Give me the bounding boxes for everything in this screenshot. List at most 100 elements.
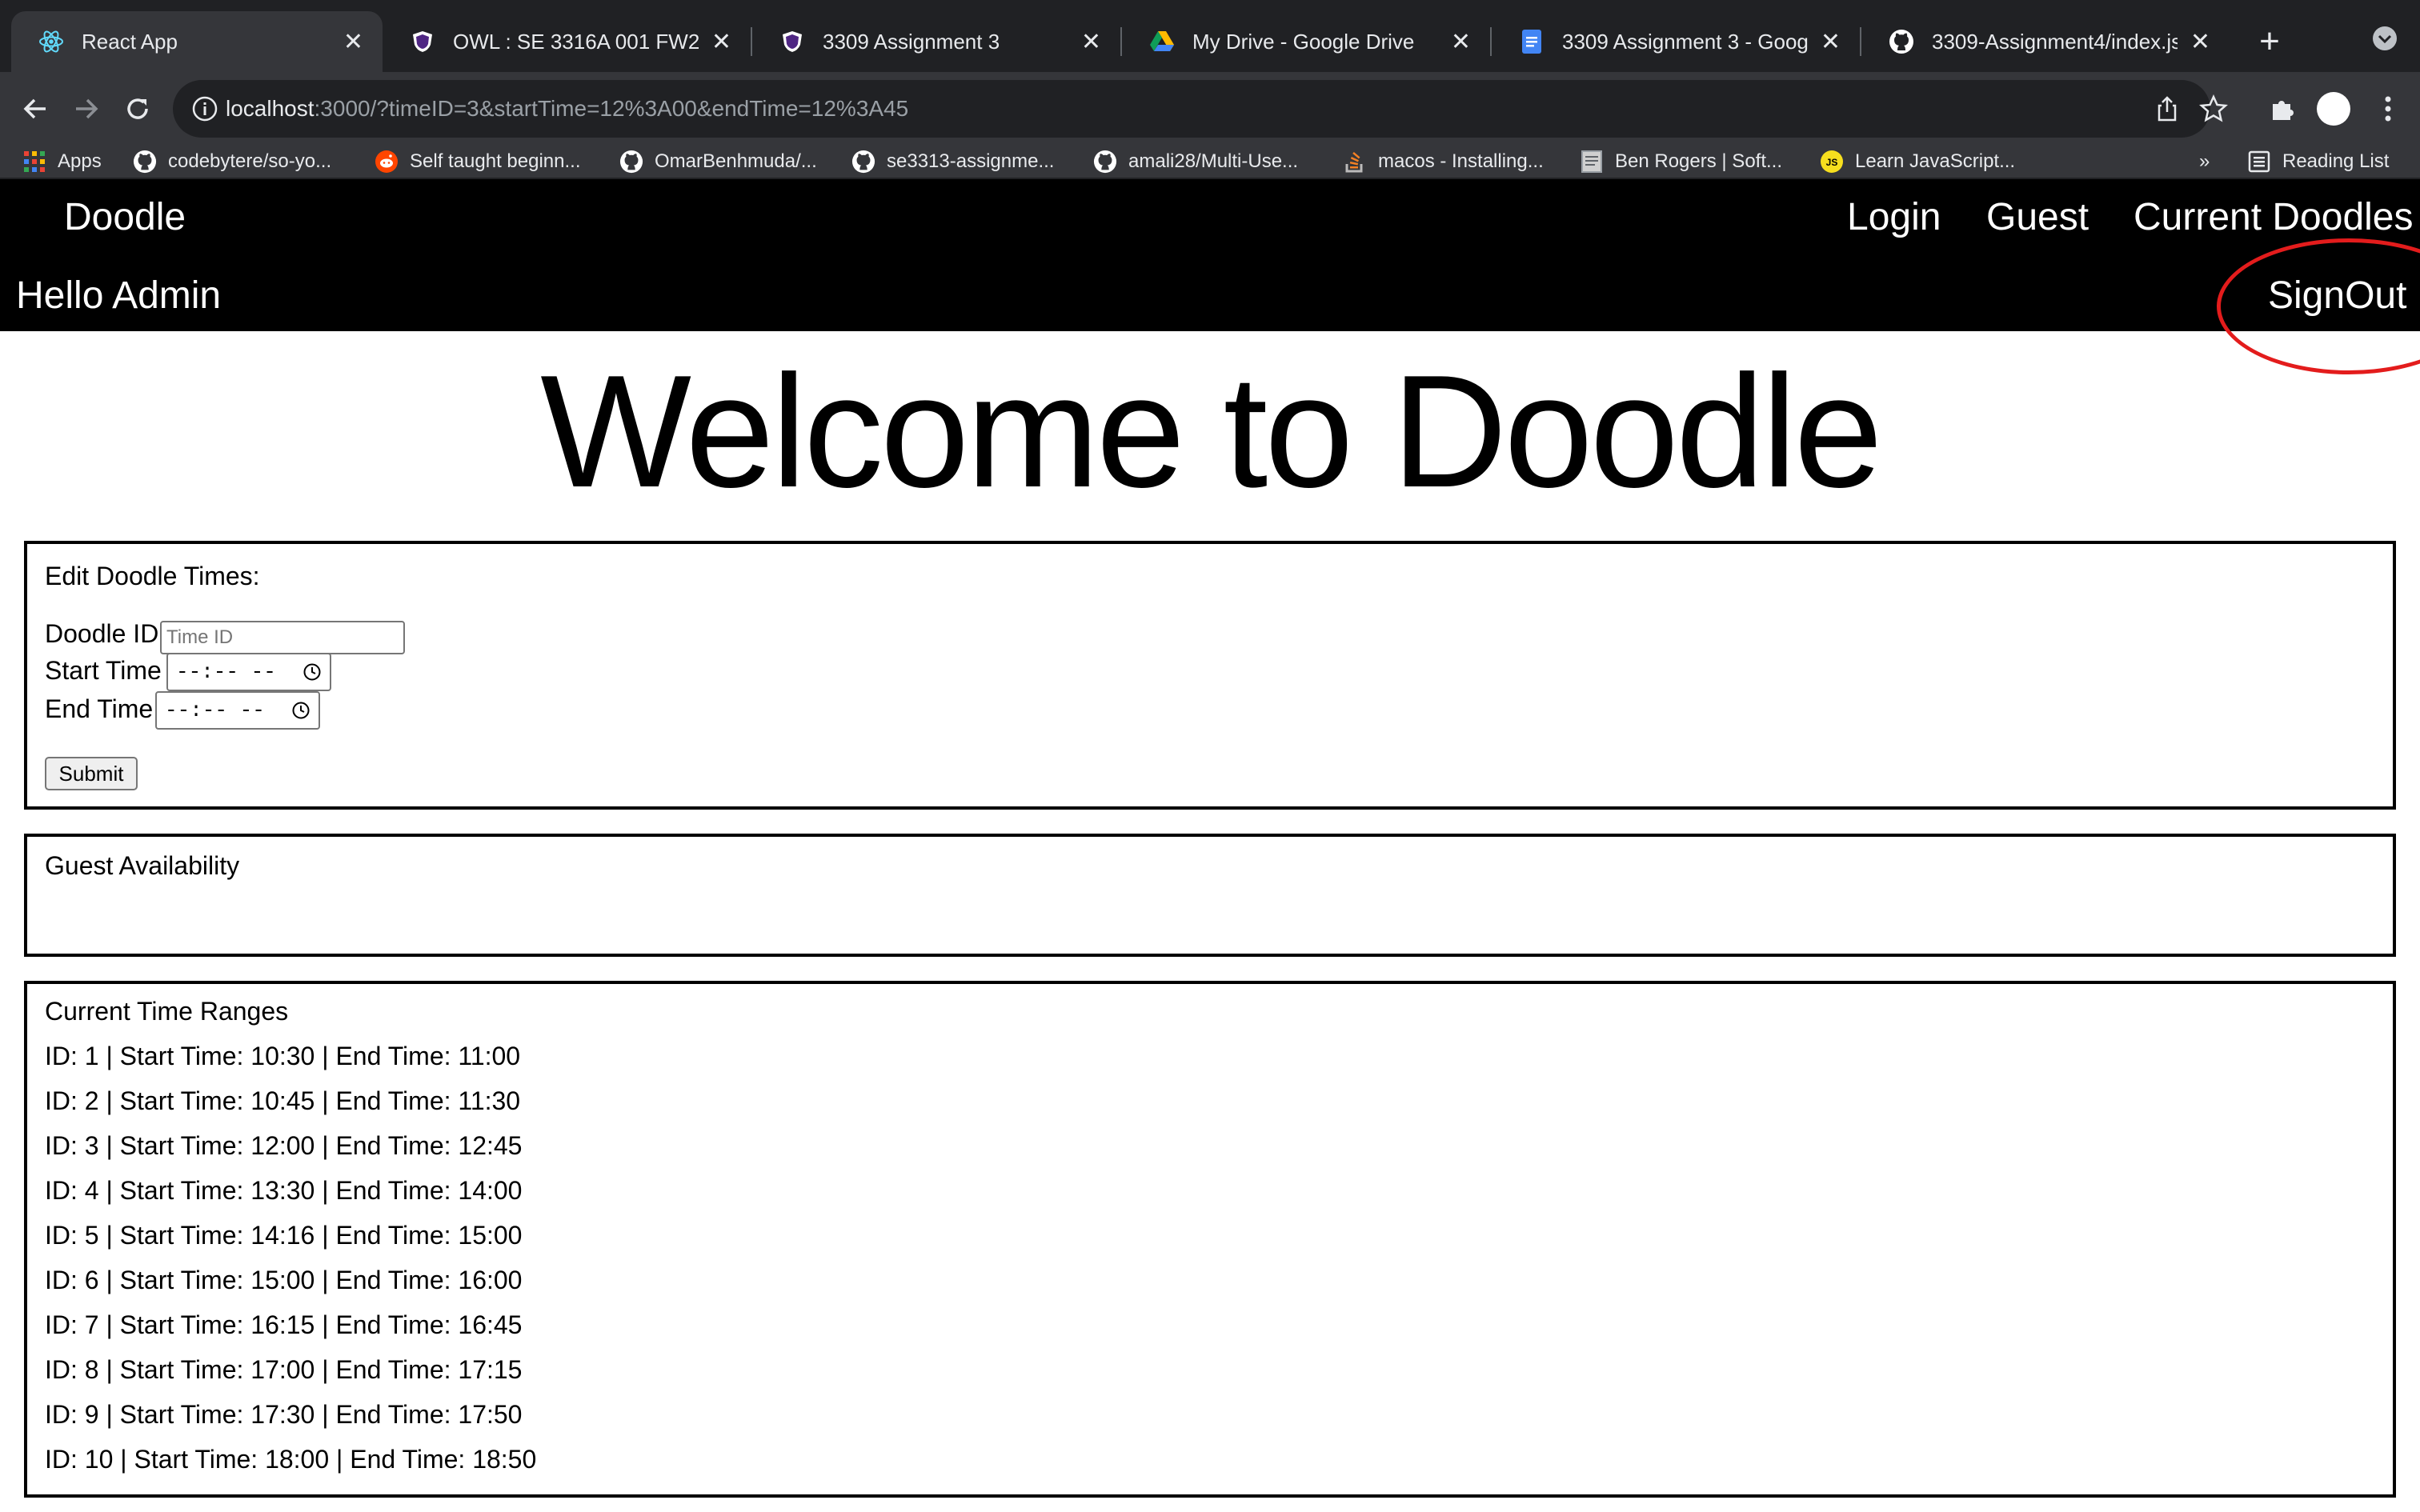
time-range-item: ID: 5 | Start Time: 14:16 | End Time: 15… (45, 1221, 523, 1250)
nav-link-current-doodles[interactable]: Current Doodles (2134, 195, 2414, 239)
tab-search-icon[interactable] (2367, 21, 2402, 56)
bookmark-ben-rogers[interactable]: Ben Rogers | Soft... (1580, 146, 1782, 178)
new-tab-button[interactable]: + (2246, 18, 2294, 66)
time-range-item: ID: 10 | Start Time: 18:00 | End Time: 1… (45, 1445, 537, 1474)
panel-title: Guest Availability (45, 851, 240, 880)
clock-icon[interactable] (291, 701, 311, 720)
time-placeholder: --:-- -- (165, 698, 265, 722)
bookmark-se3313[interactable]: se3313-assignme... (851, 146, 1054, 178)
tab-close-icon[interactable]: ✕ (2190, 28, 2210, 56)
bookmark-macos[interactable]: macos - Installing... (1343, 146, 1544, 178)
site-info-icon[interactable] (190, 94, 219, 123)
github-icon (1889, 29, 1914, 54)
bookmark-label: OmarBenhmuda/... (655, 150, 817, 172)
svg-text:JS: JS (1826, 157, 1838, 168)
bookmark-label: Learn JavaScript... (1855, 150, 2016, 172)
browser-menu-icon[interactable] (2367, 88, 2409, 130)
forward-arrow-icon[interactable] (66, 88, 107, 130)
time-placeholder: --:-- -- (176, 660, 276, 684)
tab-react-app[interactable]: React App ✕ (11, 11, 383, 72)
bookmark-label: Self taught beginn... (410, 150, 581, 172)
bookmark-apps[interactable]: Apps (22, 146, 102, 178)
address-bar[interactable]: localhost:3000/?timeID=3&startTime=12%3A… (173, 80, 2229, 138)
google-drive-icon (1149, 29, 1175, 54)
tab-close-icon[interactable]: ✕ (343, 28, 363, 56)
time-range-item: ID: 9 | Start Time: 17:30 | End Time: 17… (45, 1400, 523, 1429)
stackoverflow-icon (1343, 150, 1367, 174)
github-icon (851, 150, 875, 174)
guest-availability-panel: Guest Availability (24, 834, 2396, 957)
time-range-item: ID: 1 | Start Time: 10:30 | End Time: 11… (45, 1042, 521, 1070)
bookmark-self-taught[interactable]: Self taught beginn... (375, 146, 581, 178)
tab-close-icon[interactable]: ✕ (1451, 28, 1471, 56)
page-icon (1580, 150, 1604, 174)
apps-grid-icon (22, 150, 46, 174)
bookmark-label: se3313-assignme... (887, 150, 1055, 172)
reddit-icon (375, 150, 399, 174)
tab-github-index[interactable]: 3309-Assignment4/index.js a ✕ (1861, 11, 2230, 72)
greeting-text: Hello Admin (16, 274, 222, 317)
bookmark-omarbenhmuda[interactable]: OmarBenhmuda/... (619, 146, 817, 178)
github-icon (133, 150, 157, 174)
app-navbar: Doodle Hello Admin Login Guest Current D… (0, 179, 2420, 331)
nav-link-login[interactable]: Login (1847, 195, 1941, 239)
time-range-item: ID: 6 | Start Time: 15:00 | End Time: 16… (45, 1266, 523, 1294)
edit-doodle-times-panel: Edit Doodle Times: Doodle ID Start Time … (24, 541, 2396, 810)
owl-shield-icon (779, 29, 805, 54)
share-icon[interactable] (2153, 94, 2182, 123)
url-host: localhost (226, 96, 315, 121)
tab-title: My Drive - Google Drive (1192, 29, 1415, 54)
current-time-ranges-panel: Current Time Ranges ID: 1 | Start Time: … (24, 981, 2396, 1498)
time-range-item: ID: 3 | Start Time: 12:00 | End Time: 12… (45, 1131, 523, 1160)
end-time-label: End Time (45, 694, 154, 723)
bookmark-label: macos - Installing... (1378, 150, 1544, 172)
reading-list-label: Reading List (2282, 150, 2390, 172)
bookmark-label: Ben Rogers | Soft... (1615, 150, 1783, 172)
tab-google-drive[interactable]: My Drive - Google Drive ✕ (1122, 11, 1490, 72)
tab-title: 3309-Assignment4/index.js a (1932, 29, 2178, 54)
brand-link[interactable]: Doodle (64, 195, 186, 239)
bookmark-amali28[interactable]: amali28/Multi-Use... (1093, 146, 1298, 178)
reading-list-button[interactable]: Reading List (2247, 146, 2389, 178)
time-range-item: ID: 4 | Start Time: 13:30 | End Time: 14… (45, 1176, 523, 1205)
tab-close-icon[interactable]: ✕ (1081, 28, 1101, 56)
panel-title: Edit Doodle Times: (45, 562, 260, 590)
browser-toolbar: localhost:3000/?timeID=3&startTime=12%3A… (0, 72, 2420, 146)
reload-icon[interactable] (117, 88, 158, 130)
bookmarks-overflow-button[interactable]: » (2199, 146, 2210, 178)
page-title: Welcome to Doodle (540, 342, 1883, 521)
end-time-input[interactable]: --:-- -- (155, 691, 320, 730)
profile-avatar[interactable] (2313, 88, 2354, 130)
clock-icon[interactable] (302, 662, 322, 682)
bookmark-codebytere[interactable]: codebytere/so-yo... (133, 146, 331, 178)
bookmark-star-icon[interactable] (2198, 94, 2229, 123)
extensions-puzzle-icon[interactable] (2262, 88, 2303, 130)
submit-button[interactable]: Submit (45, 757, 138, 790)
tab-assignment-3[interactable]: 3309 Assignment 3 ✕ (752, 11, 1120, 72)
tab-google-docs[interactable]: 3309 Assignment 3 - Google ✕ (1492, 11, 1860, 72)
bookmark-label: Apps (58, 150, 102, 172)
doodle-id-input[interactable] (160, 621, 405, 654)
github-icon (1093, 150, 1117, 174)
time-range-item: ID: 8 | Start Time: 17:00 | End Time: 17… (45, 1355, 523, 1384)
tab-title: 3309 Assignment 3 - Google (1562, 29, 1808, 54)
tab-close-icon[interactable]: ✕ (711, 28, 731, 56)
start-time-label: Start Time (45, 656, 162, 685)
start-time-input[interactable]: --:-- -- (166, 653, 331, 691)
time-range-item: ID: 7 | Start Time: 16:15 | End Time: 16… (45, 1310, 523, 1339)
nav-link-guest[interactable]: Guest (1986, 195, 2089, 239)
tab-close-icon[interactable]: ✕ (1821, 28, 1841, 56)
github-icon (619, 150, 643, 174)
overflow-chevron-icon: » (2199, 150, 2210, 172)
back-arrow-icon[interactable] (14, 88, 56, 130)
bookmark-label: codebytere/so-yo... (168, 150, 332, 172)
doodle-id-label: Doodle ID (45, 619, 159, 648)
tab-title: OWL : SE 3316A 001 FW21 : / (453, 29, 699, 54)
owl-shield-icon (410, 29, 435, 54)
bookmark-label: amali28/Multi-Use... (1128, 150, 1299, 172)
time-range-item: ID: 2 | Start Time: 10:45 | End Time: 11… (45, 1086, 521, 1115)
bookmark-learn-js[interactable]: JS Learn JavaScript... (1820, 146, 2015, 178)
js-icon: JS (1820, 150, 1844, 174)
tab-owl[interactable]: OWL : SE 3316A 001 FW21 : / ✕ (383, 11, 751, 72)
google-docs-icon (1519, 29, 1545, 54)
